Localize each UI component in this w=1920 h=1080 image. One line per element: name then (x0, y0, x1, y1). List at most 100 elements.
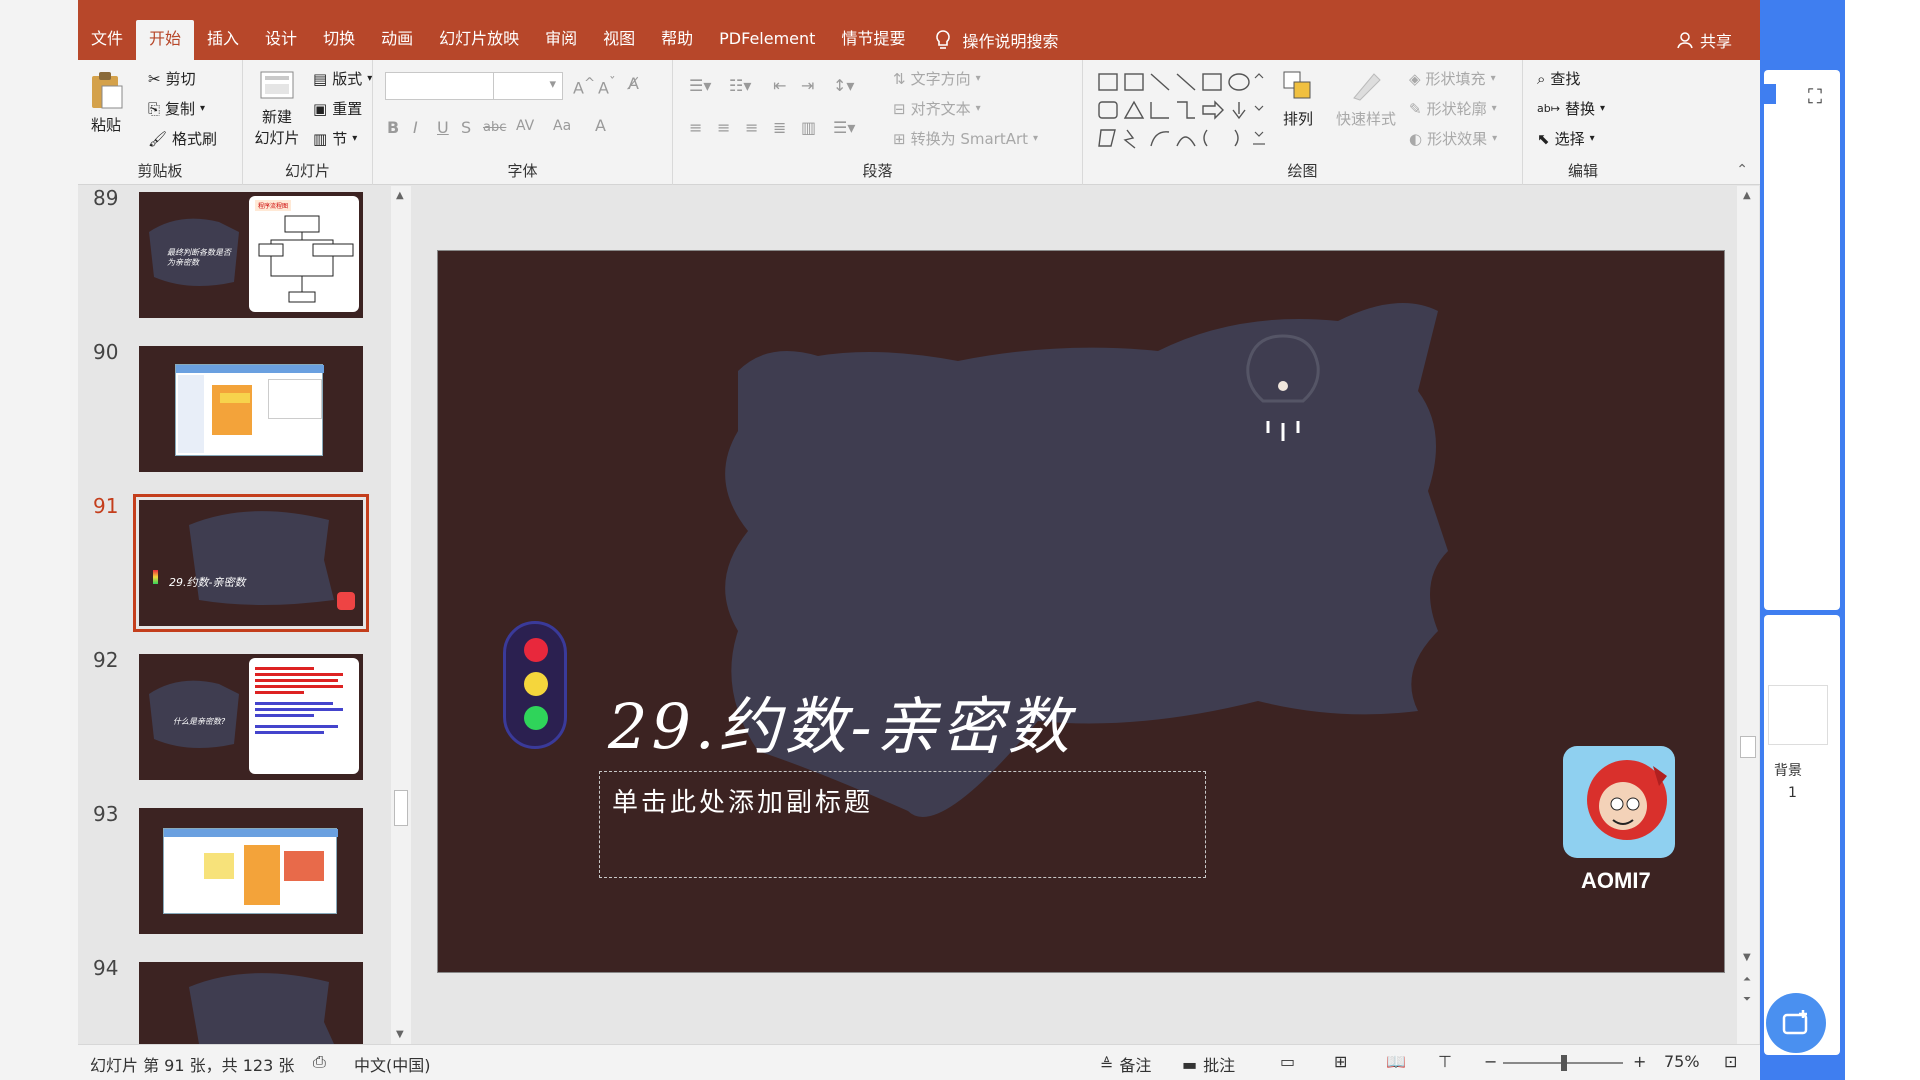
layout-button[interactable]: ▤ 版式 ▾ (313, 68, 372, 89)
align-left-icon[interactable]: ≡ (689, 118, 702, 137)
format-painter-button[interactable]: 🖌 格式刷 (148, 128, 217, 149)
panel-tab-icon[interactable] (1764, 84, 1776, 104)
text-direction-label: 文字方向 (910, 70, 971, 88)
shrink-font-icon[interactable]: Aˇ (598, 76, 616, 97)
zoom-slider[interactable] (1503, 1055, 1623, 1071)
text-align-icon[interactable]: ☰▾ (833, 118, 855, 137)
copy-button[interactable]: ⎘ 复制 ▾ (148, 98, 205, 119)
scroll-thumb[interactable] (1740, 736, 1756, 758)
text-direction-button[interactable]: ⇅ 文字方向 ▾ (893, 68, 981, 89)
slide-thumbnail-92[interactable]: 什么是亲密数? (139, 654, 363, 780)
tab-view[interactable]: 视图 (590, 20, 648, 60)
tell-me-search[interactable]: 操作说明搜索 (934, 28, 1058, 52)
reset-button[interactable]: ▣ 重置 (313, 98, 362, 119)
convert-smartart-button[interactable]: ⊞ 转换为 SmartArt ▾ (893, 128, 1038, 149)
tab-transitions[interactable]: 切换 (310, 20, 368, 60)
decrease-indent-icon[interactable]: ⇤ (773, 76, 786, 95)
previous-slide-icon[interactable]: ⏶ (1743, 974, 1751, 985)
slide-thumbnail-90[interactable] (139, 346, 363, 472)
scroll-thumb[interactable] (394, 790, 408, 826)
align-right-icon[interactable]: ≡ (745, 118, 758, 137)
slide-thumbnail-89[interactable]: 最终判断各数是否为亲密数 程序流程图 (139, 192, 363, 318)
normal-view-icon[interactable]: ▭ (1280, 1052, 1295, 1071)
underline-button[interactable]: U (437, 118, 449, 137)
scroll-up-icon[interactable]: ▲ (1743, 190, 1751, 201)
collapse-ribbon-icon[interactable]: ⌃ (1736, 162, 1748, 178)
slide-title[interactable]: 29.约数-亲密数 (608, 676, 1074, 766)
cut-button[interactable]: ✂ 剪切 (148, 68, 196, 89)
language-status[interactable]: 中文(中国) (354, 1052, 431, 1076)
reading-view-icon[interactable]: 📖 (1386, 1052, 1406, 1071)
chevron-down-icon: ▾ (1492, 133, 1498, 144)
shape-effects-button[interactable]: ◐ 形状效果 ▾ (1409, 128, 1497, 149)
shadow-button[interactable]: S (461, 118, 471, 137)
spellcheck-icon[interactable]: ⎙ (313, 1052, 326, 1072)
italic-button[interactable]: I (413, 118, 418, 137)
bullets-icon[interactable]: ☰▾ (689, 76, 711, 95)
tab-pdfelement[interactable]: PDFelement (706, 20, 828, 60)
font-color-button[interactable]: A (595, 116, 606, 135)
scroll-down-icon[interactable]: ▼ (396, 1029, 404, 1040)
tab-review[interactable]: 审阅 (532, 20, 590, 60)
slide-thumbnail-94[interactable] (139, 962, 363, 1044)
subtitle-placeholder[interactable]: 单击此处添加副标题 (599, 771, 1206, 878)
comments-button[interactable]: ▬ 批注 (1182, 1052, 1235, 1076)
shape-outline-button[interactable]: ✎ 形状轮廓 ▾ (1409, 98, 1497, 119)
tab-slideshow[interactable]: 幻灯片放映 (426, 20, 532, 60)
slide-thumbnail-93[interactable] (139, 808, 363, 934)
find-button[interactable]: ⌕ 查找 (1537, 68, 1580, 89)
slideshow-view-icon[interactable]: ⊤ (1438, 1052, 1452, 1071)
add-backdrop-button[interactable] (1766, 993, 1826, 1053)
next-slide-icon[interactable]: ⏷ (1743, 994, 1751, 1005)
slide-scrollbar[interactable]: ▲ ▼ ⏶ ⏷ (1737, 186, 1759, 1044)
line-spacing-icon[interactable]: ↕▾ (833, 76, 854, 95)
thumbnail-scrollbar[interactable]: ▲ ▼ (391, 186, 411, 1044)
notes-button[interactable]: ≜ 备注 (1100, 1052, 1151, 1076)
replace-button[interactable]: ab↦ 替换 ▾ (1537, 98, 1605, 119)
thumbnail-title: 29.约数-亲密数 (169, 576, 246, 589)
scroll-up-icon[interactable]: ▲ (396, 190, 404, 201)
font-size-combo[interactable]: ▾ (493, 72, 563, 100)
fullscreen-icon[interactable]: ⛶ (1808, 84, 1822, 108)
columns-icon[interactable]: ▥ (801, 118, 816, 137)
justify-icon[interactable]: ≣ (773, 118, 786, 137)
change-case-button[interactable]: Aa (553, 118, 571, 134)
clear-format-icon[interactable]: A̸ (628, 74, 639, 93)
tab-storyboard[interactable]: 情节提要 (828, 20, 918, 60)
numbering-icon[interactable]: ☷▾ (729, 76, 751, 95)
quick-styles-button[interactable]: 快速样式 (1331, 68, 1401, 129)
status-bar: 幻灯片 第 91 张，共 123 张 ⎙ 中文(中国) ≜ 备注 ▬ 批注 ▭ ⊞ … (78, 1044, 1760, 1080)
slide-canvas[interactable]: 29.约数-亲密数 单击此处添加副标题 AOMI7 (437, 250, 1725, 973)
char-spacing-button[interactable]: AV (516, 118, 534, 134)
tab-insert[interactable]: 插入 (194, 20, 252, 60)
scroll-down-icon[interactable]: ▼ (1743, 952, 1751, 963)
shapes-gallery-icon[interactable] (1095, 70, 1265, 150)
backdrop-thumbnail[interactable] (1768, 685, 1828, 745)
paste-button[interactable]: 粘贴 (86, 70, 126, 135)
zoom-slider-thumb[interactable] (1561, 1055, 1567, 1071)
select-button[interactable]: ⬉ 选择 ▾ (1537, 128, 1595, 149)
bold-button[interactable]: B (387, 118, 399, 137)
grow-font-icon[interactable]: A^ (573, 76, 595, 97)
new-slide-button[interactable]: 新建 幻灯片 (247, 68, 307, 148)
arrange-button[interactable]: 排列 (1273, 68, 1323, 129)
increase-indent-icon[interactable]: ⇥ (801, 76, 814, 95)
strikethrough-button[interactable]: abc (483, 120, 506, 135)
align-text-button[interactable]: ⊟ 对齐文本 ▾ (893, 98, 981, 119)
tab-home[interactable]: 开始 (136, 20, 195, 60)
slide-thumbnail-91[interactable]: 29.约数-亲密数 (133, 494, 369, 632)
zoom-out-button[interactable]: − (1484, 1052, 1497, 1071)
slide-sorter-icon[interactable]: ⊞ (1334, 1052, 1347, 1071)
tab-file[interactable]: 文件 (78, 20, 136, 60)
fit-to-window-icon[interactable]: ⊡ (1724, 1052, 1737, 1071)
align-center-icon[interactable]: ≡ (717, 118, 730, 137)
chevron-down-icon: ▾ (549, 77, 556, 92)
tab-design[interactable]: 设计 (252, 20, 310, 60)
zoom-in-button[interactable]: + (1633, 1052, 1646, 1071)
section-button[interactable]: ▥ 节 ▾ (313, 128, 357, 149)
shape-fill-button[interactable]: ◈ 形状填充 ▾ (1409, 68, 1496, 89)
zoom-level[interactable]: 75% (1664, 1052, 1700, 1071)
tab-animations[interactable]: 动画 (368, 20, 426, 60)
tab-help[interactable]: 帮助 (648, 20, 706, 60)
share-button[interactable]: 共享 (1676, 28, 1732, 52)
